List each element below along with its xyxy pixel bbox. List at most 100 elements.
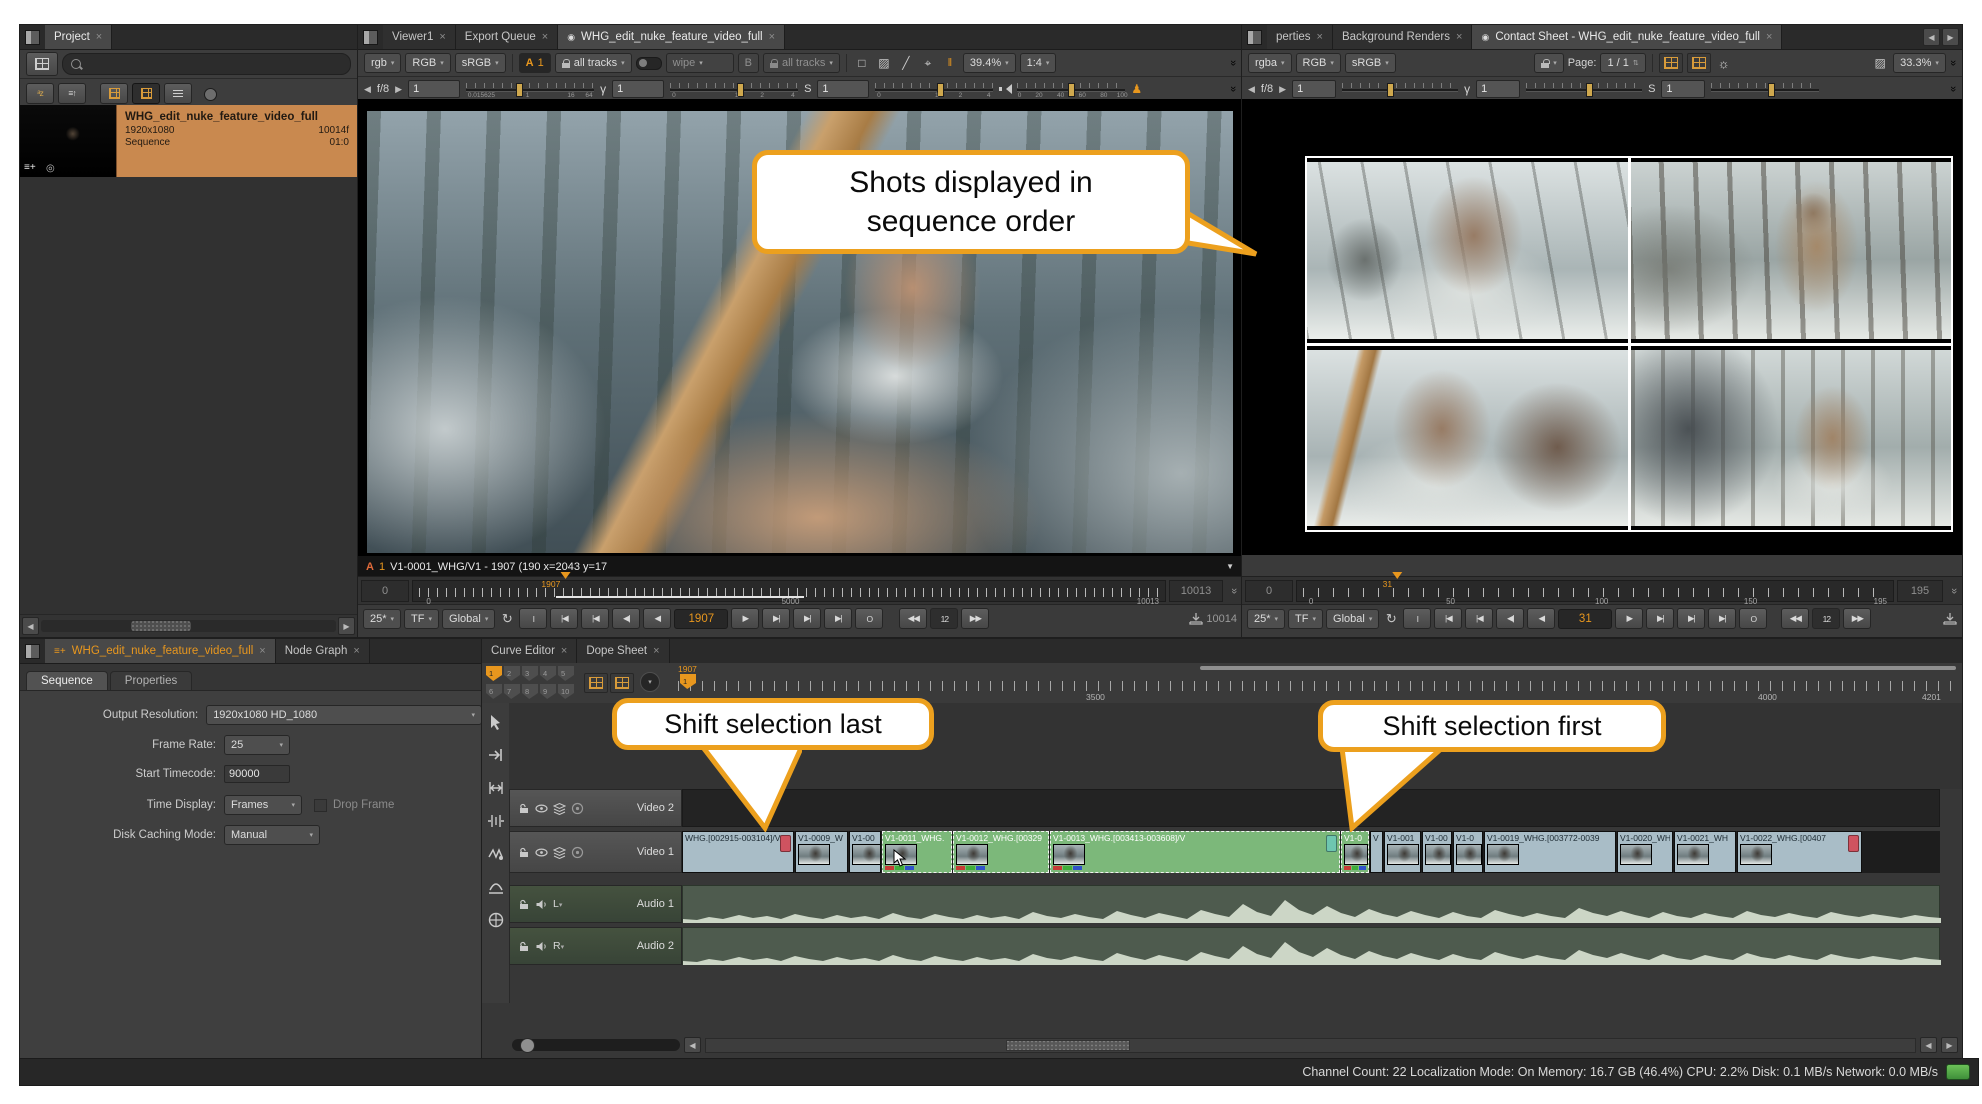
move-tool-icon[interactable] — [487, 746, 505, 764]
time-display-dropdown[interactable]: Frames▾ — [224, 795, 302, 815]
lock-dropdown[interactable]: ▾ — [1534, 53, 1564, 73]
range-out-box[interactable]: 10013 — [1169, 580, 1223, 602]
play-backward-button[interactable]: ◀ — [1527, 608, 1555, 629]
increment-step-button[interactable]: ▶▶ — [1843, 608, 1871, 629]
collapse-chevron-icon[interactable]: » — [1948, 588, 1960, 594]
lut-dropdown[interactable]: sRGB▾ — [455, 53, 506, 73]
view-list-button[interactable] — [164, 83, 192, 104]
tag-marker-3[interactable]: 3 — [522, 666, 538, 681]
sort-order-button[interactable]: ≡↑ — [58, 83, 86, 104]
gate-display-icon[interactable]: □ — [853, 56, 871, 70]
subtab-properties[interactable]: Properties — [110, 671, 192, 690]
tab-viewer-sequence[interactable]: ◉ WHG_edit_nuke_feature_video_full× — [558, 25, 785, 49]
previous-edit-button[interactable]: |◀ — [581, 608, 609, 629]
visibility-eye-icon[interactable] — [535, 846, 548, 859]
gain-input[interactable]: 1 — [1292, 80, 1336, 98]
close-icon[interactable]: × — [96, 32, 102, 43]
panel-menu-icon[interactable] — [25, 644, 40, 659]
go-to-start-button[interactable]: |◀ — [1434, 608, 1462, 629]
gamma-input[interactable]: 1 — [612, 80, 664, 98]
track-header-video2[interactable]: Video 2 — [509, 789, 682, 827]
contact-sheet-shot-3[interactable] — [1307, 346, 1628, 531]
next-edit-button[interactable]: ▶| — [1677, 608, 1705, 629]
display-dropdown[interactable]: RGB▾ — [405, 53, 450, 73]
tab-export-queue[interactable]: Export Queue× — [456, 25, 558, 49]
saturation-slider[interactable] — [1711, 80, 1819, 98]
scroll-left-icon[interactable]: ◀ — [684, 1037, 701, 1053]
zoom-slider-knob[interactable] — [520, 1038, 535, 1053]
contact-sheet-shot-4[interactable] — [1631, 346, 1952, 531]
timeline-clip-selected[interactable]: V1-0 — [1341, 831, 1369, 873]
marker-menu-button[interactable]: ▾ — [640, 672, 660, 692]
track-content-audio2[interactable] — [682, 927, 1940, 965]
step-back-button[interactable]: ◀| — [612, 608, 640, 629]
lock-icon[interactable] — [517, 940, 530, 953]
gain-slider[interactable] — [1342, 80, 1458, 98]
b-track-dropdown[interactable]: all tracks▾ — [763, 53, 840, 73]
timeline-clip[interactable]: V1-0020_WH — [1617, 831, 1673, 873]
timeline-hscroll-indicator[interactable] — [1200, 666, 1956, 670]
range-mode-dropdown[interactable]: Global▾ — [442, 609, 495, 629]
view-grid-button[interactable] — [100, 83, 128, 104]
close-icon[interactable]: × — [561, 646, 567, 657]
timeline-clip-selected[interactable]: V1-0012_WHG.[00329 — [953, 831, 1049, 873]
pause-render-icon[interactable]: ‖ — [941, 57, 959, 69]
tab-viewer1[interactable]: Viewer1× — [383, 25, 456, 49]
panel-menu-icon[interactable] — [25, 30, 40, 45]
volume-slider[interactable]: 020406080100 — [1017, 80, 1125, 98]
prev-fstop-icon[interactable]: ◀ — [364, 84, 371, 95]
saturation-input[interactable]: 1 — [1661, 80, 1705, 98]
go-to-start-button[interactable]: |◀ — [550, 608, 578, 629]
gamma-slider[interactable] — [1526, 80, 1642, 98]
timecode-mode-dropdown[interactable]: TF▾ — [1288, 609, 1323, 629]
go-to-end-button[interactable]: ▶| — [1708, 608, 1736, 629]
saturation-slider[interactable]: 0124 — [875, 80, 993, 98]
timeline-clip[interactable]: V1-0 — [1453, 831, 1483, 873]
range-out-box[interactable]: 195 — [1897, 580, 1943, 602]
output-resolution-dropdown[interactable]: 1920x1080 HD_1080▾ — [206, 705, 482, 725]
lock-icon[interactable] — [517, 898, 530, 911]
tag-marker-10[interactable]: 10 — [558, 684, 574, 699]
timeline-clip[interactable]: V1-0009_W — [795, 831, 848, 873]
track-header-audio1[interactable]: L▾ Audio 1 — [509, 885, 682, 923]
tag-marker-7[interactable]: 7 — [504, 684, 520, 699]
close-icon[interactable]: × — [439, 32, 445, 43]
collapse-chevron-icon[interactable]: » — [1227, 86, 1239, 92]
mask-overlay-icon[interactable]: ▨ — [1871, 56, 1889, 70]
view-grid-alt-button[interactable] — [610, 673, 634, 693]
track-header-audio2[interactable]: R▾ Audio 2 — [509, 927, 682, 965]
timeline-clip[interactable]: V1-00 — [849, 831, 881, 873]
timeline-ruler-ticks[interactable] — [678, 681, 1958, 691]
collapse-chevron-icon[interactable]: » — [1947, 86, 1959, 92]
frame-step-value[interactable]: 12 — [930, 608, 958, 629]
track-content-video1[interactable]: WHG.[002915-003104]/V V1-0009_W V1-00 V1… — [682, 831, 1940, 873]
input-b-indicator[interactable]: B — [738, 53, 759, 73]
view-detail-button[interactable] — [132, 83, 160, 104]
retime-tool-icon[interactable] — [487, 878, 505, 896]
razor-tool-icon[interactable] — [487, 845, 505, 863]
sync-tool-icon[interactable] — [487, 911, 505, 929]
contact-sheet-shot-2[interactable] — [1631, 158, 1952, 343]
speaker-icon[interactable] — [535, 940, 548, 953]
sort-az-button[interactable]: ᵃz — [26, 83, 54, 104]
bin-view-button[interactable] — [26, 52, 58, 76]
close-icon[interactable]: × — [1766, 32, 1772, 43]
mark-out-button[interactable]: O — [1739, 608, 1767, 629]
channels-dropdown[interactable]: rgba▾ — [1248, 53, 1292, 73]
timeline-clip-selected[interactable]: V1-0013_WHG.[003413-003608]/V — [1050, 831, 1340, 873]
lock-icon[interactable] — [517, 846, 530, 859]
disk-caching-dropdown[interactable]: Manual▾ — [224, 825, 320, 845]
next-fstop-icon[interactable]: ▶ — [1279, 84, 1286, 95]
tab-contact-sheet[interactable]: ◉ Contact Sheet - WHG_edit_nuke_feature_… — [1472, 25, 1782, 49]
fps-dropdown[interactable]: 25*▾ — [363, 609, 401, 629]
tab-sequence-editor[interactable]: ≡+ WHG_edit_nuke_feature_video_full × — [45, 639, 276, 663]
go-to-end-button[interactable]: ▶| — [824, 608, 852, 629]
subtab-sequence[interactable]: Sequence — [26, 671, 108, 690]
disk-cache-icon[interactable] — [571, 846, 584, 859]
timeline-hscrollbar[interactable] — [705, 1038, 1916, 1053]
visibility-eye-icon[interactable] — [535, 802, 548, 815]
tag-marker-6[interactable]: 6 — [486, 684, 502, 699]
mark-in-button[interactable]: I — [1403, 608, 1431, 629]
tag-marker-1[interactable]: 1 — [486, 666, 502, 681]
play-button[interactable]: ▶ — [731, 608, 759, 629]
